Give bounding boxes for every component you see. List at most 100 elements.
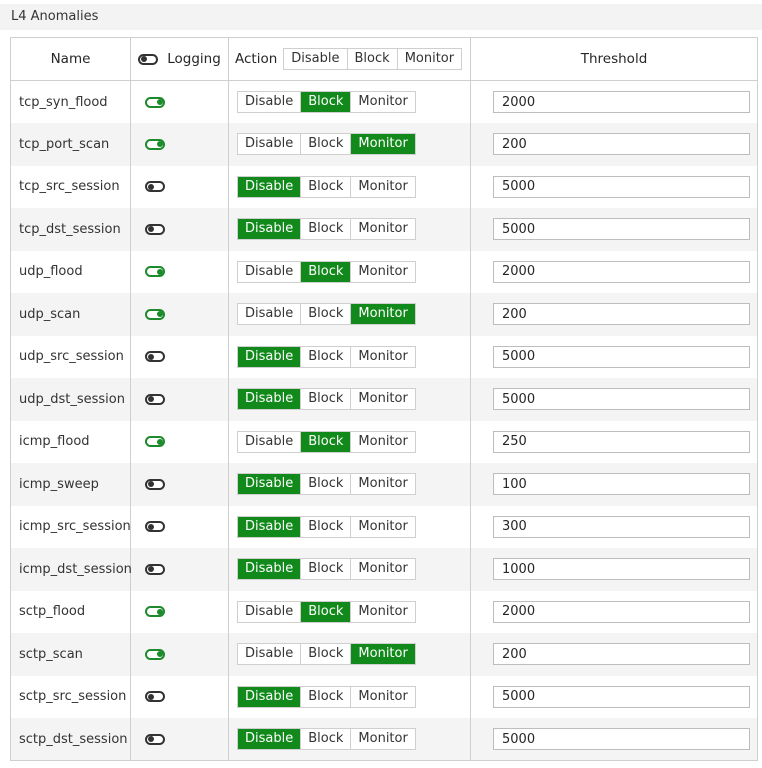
logging-toggle[interactable]	[145, 266, 165, 278]
header-action: Action Disable Block Monitor	[228, 37, 471, 81]
action-monitor-button[interactable]: Monitor	[350, 346, 415, 367]
action-disable-button[interactable]: Disable	[238, 219, 301, 240]
logging-toggle[interactable]	[145, 223, 165, 235]
logging-toggle[interactable]	[145, 138, 165, 150]
action-block-button[interactable]: Block	[300, 176, 351, 197]
action-block-button[interactable]: Block	[300, 346, 351, 367]
action-cell: Disable Block Monitor	[228, 165, 471, 208]
anomaly-name: sctp_flood	[10, 590, 131, 633]
logging-toggle[interactable]	[145, 351, 165, 363]
logging-toggle[interactable]	[145, 436, 165, 448]
action-monitor-button[interactable]: Monitor	[350, 92, 415, 112]
threshold-cell	[470, 420, 758, 463]
threshold-cell	[470, 208, 758, 251]
action-monitor-button[interactable]: Monitor	[350, 644, 415, 665]
threshold-cell	[470, 463, 758, 506]
logging-toggle[interactable]	[145, 308, 165, 320]
action-block-button[interactable]: Block	[300, 304, 351, 325]
logging-all-toggle[interactable]	[138, 53, 159, 65]
action-block-button[interactable]: Block	[300, 134, 351, 155]
action-disable-button[interactable]: Disable	[238, 601, 301, 622]
threshold-input[interactable]	[493, 345, 750, 368]
action-all-disable-button[interactable]: Disable	[284, 49, 347, 69]
action-disable-button[interactable]: Disable	[238, 644, 301, 665]
logging-toggle[interactable]	[145, 96, 165, 108]
action-block-button[interactable]: Block	[300, 516, 351, 537]
threshold-input[interactable]	[493, 600, 750, 623]
action-monitor-button[interactable]: Monitor	[350, 686, 415, 707]
action-block-button[interactable]: Block	[300, 261, 351, 282]
action-monitor-button[interactable]: Monitor	[350, 431, 415, 452]
threshold-input[interactable]	[493, 728, 750, 750]
header-logging: Logging	[130, 37, 229, 81]
action-block-button[interactable]: Block	[300, 559, 351, 580]
action-monitor-button[interactable]: Monitor	[350, 516, 415, 537]
action-disable-button[interactable]: Disable	[238, 474, 301, 495]
logging-toggle[interactable]	[145, 563, 165, 575]
action-block-button[interactable]: Block	[300, 474, 351, 495]
logging-toggle[interactable]	[145, 478, 165, 490]
threshold-input[interactable]	[493, 685, 750, 708]
threshold-input[interactable]	[493, 473, 750, 496]
logging-toggle[interactable]	[145, 393, 165, 405]
table-row: sctp_dst_session Disable Block Monitor	[10, 718, 758, 761]
action-disable-button[interactable]: Disable	[238, 92, 301, 112]
action-all-monitor-button[interactable]: Monitor	[396, 49, 462, 69]
action-block-button[interactable]: Block	[300, 431, 351, 452]
action-disable-button[interactable]: Disable	[238, 134, 301, 155]
threshold-input[interactable]	[493, 133, 750, 156]
action-disable-button[interactable]: Disable	[238, 516, 301, 537]
action-disable-button[interactable]: Disable	[238, 176, 301, 197]
action-monitor-button[interactable]: Monitor	[350, 729, 415, 749]
action-block-button[interactable]: Block	[300, 219, 351, 240]
action-disable-button[interactable]: Disable	[238, 389, 301, 410]
threshold-input[interactable]	[493, 91, 750, 113]
action-block-button[interactable]: Block	[300, 686, 351, 707]
action-cell: Disable Block Monitor	[228, 675, 471, 718]
action-block-button[interactable]: Block	[300, 729, 351, 749]
action-cell: Disable Block Monitor	[228, 420, 471, 463]
logging-toggle[interactable]	[145, 691, 165, 703]
logging-toggle[interactable]	[145, 606, 165, 618]
action-disable-button[interactable]: Disable	[238, 304, 301, 325]
table-row: icmp_dst_session Disable Block Monitor	[10, 548, 758, 591]
threshold-input[interactable]	[493, 430, 750, 453]
action-monitor-button[interactable]: Monitor	[350, 389, 415, 410]
action-monitor-button[interactable]: Monitor	[350, 261, 415, 282]
logging-toggle[interactable]	[145, 648, 165, 660]
action-monitor-button[interactable]: Monitor	[350, 134, 415, 155]
action-monitor-button[interactable]: Monitor	[350, 176, 415, 197]
table-body: tcp_syn_floodDisableBlockMonitortcp_port…	[10, 80, 758, 761]
action-disable-button[interactable]: Disable	[238, 559, 301, 580]
action-block-button[interactable]: Block	[300, 389, 351, 410]
threshold-input[interactable]	[493, 388, 750, 411]
action-monitor-button[interactable]: Monitor	[350, 219, 415, 240]
action-block-button[interactable]: Block	[300, 92, 351, 112]
action-disable-button[interactable]: Disable	[238, 686, 301, 707]
logging-toggle[interactable]	[145, 181, 165, 193]
threshold-input[interactable]	[493, 643, 750, 666]
action-monitor-button[interactable]: Monitor	[350, 601, 415, 622]
logging-cell	[130, 80, 229, 123]
action-all-block-button[interactable]: Block	[346, 49, 397, 69]
logging-toggle[interactable]	[145, 521, 165, 533]
threshold-input[interactable]	[493, 218, 750, 241]
threshold-input[interactable]	[493, 303, 750, 326]
action-monitor-button[interactable]: Monitor	[350, 474, 415, 495]
action-monitor-button[interactable]: Monitor	[350, 559, 415, 580]
action-block-button[interactable]: Block	[300, 644, 351, 665]
action-disable-button[interactable]: Disable	[238, 431, 301, 452]
threshold-input[interactable]	[493, 515, 750, 538]
action-disable-button[interactable]: Disable	[238, 261, 301, 282]
action-disable-button[interactable]: Disable	[238, 346, 301, 367]
logging-cell	[130, 250, 229, 293]
action-monitor-button[interactable]: Monitor	[350, 304, 415, 325]
action-block-button[interactable]: Block	[300, 601, 351, 622]
logging-toggle[interactable]	[145, 733, 165, 745]
threshold-input[interactable]	[493, 558, 750, 581]
action-segmented-control: Disable Block Monitor	[237, 260, 416, 283]
action-disable-button[interactable]: Disable	[238, 729, 301, 749]
table-header-row: Name Logging Action Disable Block Monito…	[10, 37, 758, 81]
threshold-input[interactable]	[493, 260, 750, 283]
threshold-input[interactable]	[493, 175, 750, 198]
